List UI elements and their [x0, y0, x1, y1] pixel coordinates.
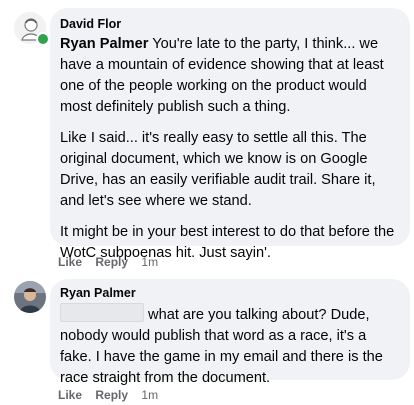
comment-actions: Like Reply 1m — [58, 387, 158, 403]
reply-button[interactable]: Reply — [95, 255, 128, 269]
online-status-indicator — [36, 32, 50, 46]
comment-bubble: Ryan Palmer what are you talking about? … — [50, 279, 410, 386]
avatar[interactable] — [14, 281, 46, 313]
timestamp[interactable]: 1m — [141, 255, 158, 269]
comment-actions: Like Reply 1m — [58, 254, 158, 270]
avatar-image — [14, 281, 46, 313]
like-button[interactable]: Like — [58, 255, 82, 269]
reply-button[interactable]: Reply — [95, 388, 128, 402]
comment-author[interactable]: David Flor — [60, 16, 398, 32]
mention-link[interactable]: Ryan Palmer — [60, 36, 148, 52]
comment-paragraph: Ryan Palmer You're late to the party, I … — [60, 34, 398, 118]
comment-bubble: David Flor Ryan Palmer You're late to th… — [50, 8, 410, 261]
like-button[interactable]: Like — [58, 388, 82, 402]
redacted-mention — [60, 303, 144, 322]
comment-paragraph: Like I said... it's really easy to settl… — [60, 130, 376, 209]
comment-paragraph: what are you talking about? Dude, nobody… — [60, 303, 398, 389]
comment-author[interactable]: Ryan Palmer — [60, 285, 398, 301]
timestamp[interactable]: 1m — [141, 388, 158, 402]
